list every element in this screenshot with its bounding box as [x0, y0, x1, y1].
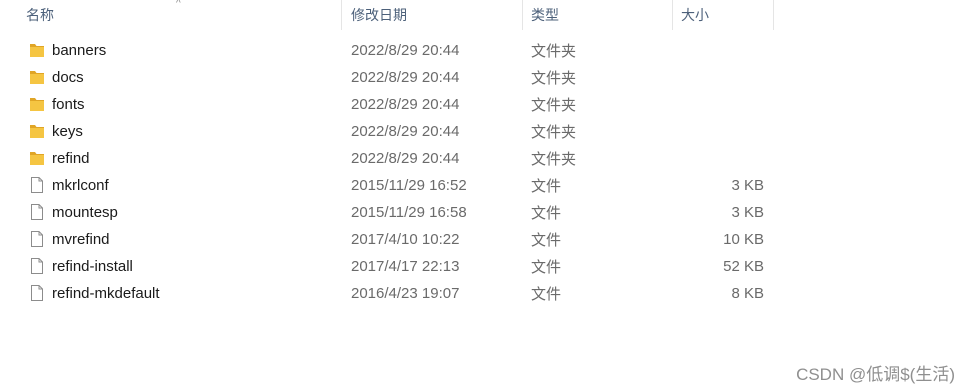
file-size: 10 KB: [723, 231, 764, 248]
file-type: 文件夹: [531, 43, 577, 60]
file-type: 文件夹: [531, 151, 577, 168]
column-header-name-label: 名称: [26, 7, 54, 23]
file-size: [680, 118, 764, 145]
column-header-size-label: 大小: [681, 7, 709, 23]
file-row[interactable]: refind 2022/8/29 20:44 文件夹: [0, 145, 969, 172]
file-row[interactable]: banners 2022/8/29 20:44 文件夹: [0, 37, 969, 64]
column-header-date[interactable]: 修改日期: [345, 0, 521, 30]
file-name: mountesp: [52, 204, 118, 221]
file-size: [680, 145, 764, 172]
file-size: 3 KB: [731, 204, 764, 221]
column-divider[interactable]: [773, 0, 774, 30]
file-modified-date: 2022/8/29 20:44: [351, 96, 460, 113]
file-name: refind-mkdefault: [52, 285, 160, 302]
column-divider[interactable]: [672, 0, 673, 30]
column-divider[interactable]: [341, 0, 342, 30]
file-name: mkrlconf: [52, 177, 109, 194]
file-type: 文件夹: [531, 70, 577, 87]
file-size: [680, 91, 764, 118]
file-row[interactable]: docs 2022/8/29 20:44 文件夹: [0, 64, 969, 91]
folder-icon: [29, 122, 45, 140]
column-divider[interactable]: [522, 0, 523, 30]
file-row[interactable]: mkrlconf 2015/11/29 16:52 文件 3 KB: [0, 172, 969, 199]
file-modified-date: 2017/4/10 10:22: [351, 231, 460, 248]
sort-ascending-icon: ^: [176, 0, 181, 9]
file-icon: [29, 176, 45, 194]
file-row[interactable]: refind-mkdefault 2016/4/23 19:07 文件 8 KB: [0, 280, 969, 307]
file-icon: [29, 257, 45, 275]
file-type: 文件: [531, 178, 562, 195]
file-row[interactable]: mvrefind 2017/4/10 10:22 文件 10 KB: [0, 226, 969, 253]
file-type: 文件: [531, 259, 562, 276]
folder-icon: [29, 95, 45, 113]
file-name: keys: [52, 123, 83, 140]
file-modified-date: 2022/8/29 20:44: [351, 150, 460, 167]
column-header-size[interactable]: 大小: [675, 0, 772, 30]
file-size: 8 KB: [731, 285, 764, 302]
file-name: docs: [52, 69, 84, 86]
file-modified-date: 2015/11/29 16:52: [351, 177, 467, 194]
file-modified-date: 2022/8/29 20:44: [351, 69, 460, 86]
column-header-type[interactable]: 类型: [525, 0, 671, 30]
file-modified-date: 2016/4/23 19:07: [351, 285, 460, 302]
column-header-bar: 名称 ^ 修改日期 类型 大小: [0, 0, 969, 30]
file-row[interactable]: fonts 2022/8/29 20:44 文件夹: [0, 91, 969, 118]
watermark: CSDN @低调$(生活): [796, 365, 955, 384]
file-size: 3 KB: [731, 177, 764, 194]
column-header-type-label: 类型: [531, 7, 559, 23]
file-name: refind-install: [52, 258, 133, 275]
folder-icon: [29, 68, 45, 86]
file-row[interactable]: keys 2022/8/29 20:44 文件夹: [0, 118, 969, 145]
file-name: refind: [52, 150, 90, 167]
file-modified-date: 2022/8/29 20:44: [351, 123, 460, 140]
file-size: [680, 64, 764, 91]
file-name: banners: [52, 42, 107, 59]
file-row[interactable]: mountesp 2015/11/29 16:58 文件 3 KB: [0, 199, 969, 226]
column-header-date-label: 修改日期: [351, 7, 407, 23]
file-name: mvrefind: [52, 231, 110, 248]
file-type: 文件夹: [531, 97, 577, 114]
file-icon: [29, 230, 45, 248]
file-icon: [29, 203, 45, 221]
folder-icon: [29, 149, 45, 167]
file-type: 文件: [531, 232, 562, 249]
file-type: 文件夹: [531, 124, 577, 141]
file-row[interactable]: refind-install 2017/4/17 22:13 文件 52 KB: [0, 253, 969, 280]
file-type: 文件: [531, 205, 562, 222]
file-size: 52 KB: [723, 258, 764, 275]
file-modified-date: 2015/11/29 16:58: [351, 204, 467, 221]
file-modified-date: 2017/4/17 22:13: [351, 258, 460, 275]
folder-icon: [29, 41, 45, 59]
file-type: 文件: [531, 286, 562, 303]
file-size: [680, 37, 764, 64]
file-icon: [29, 284, 45, 302]
file-modified-date: 2022/8/29 20:44: [351, 42, 460, 59]
file-name: fonts: [52, 96, 85, 113]
